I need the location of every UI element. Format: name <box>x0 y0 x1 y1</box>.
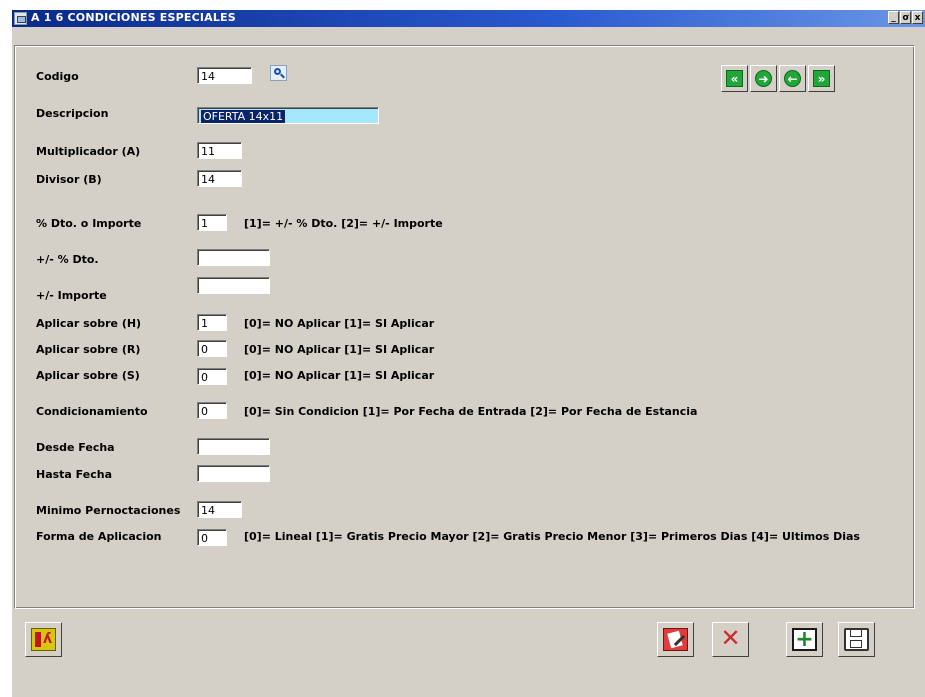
add-button[interactable]: + <box>786 622 823 657</box>
add-icon: + <box>792 627 817 652</box>
dto-importe-hint: [1]= +/- % Dto. [2]= +/- Importe <box>244 217 443 230</box>
forma-aplicacion-label: Forma de Aplicacion <box>36 530 162 543</box>
edit-button[interactable] <box>657 622 694 657</box>
codigo-label: Codigo <box>36 70 79 83</box>
hasta-fecha-field[interactable] <box>197 465 270 482</box>
importe-field[interactable] <box>197 277 270 294</box>
edit-icon <box>663 628 688 651</box>
save-button[interactable] <box>838 622 875 657</box>
previous-record-icon: ← <box>784 70 801 87</box>
codigo-field[interactable]: 14 <box>197 67 252 84</box>
aplicar-r-hint: [0]= NO Aplicar [1]= SI Aplicar <box>244 343 435 356</box>
aplicar-s-field[interactable]: 0 <box>197 368 227 385</box>
descripcion-field[interactable]: OFERTA 14x11 <box>197 107 379 124</box>
forma-aplicacion-hint: [0]= Lineal [1]= Gratis Precio Mayor [2]… <box>244 530 860 543</box>
descripcion-label: Descripcion <box>36 107 109 120</box>
last-record-button[interactable]: » <box>808 65 835 92</box>
dto-field[interactable] <box>197 249 270 266</box>
multiplicador-label: Multiplicador (A) <box>36 145 141 158</box>
aplicar-h-field[interactable]: 1 <box>197 314 227 331</box>
form-window: Codigo 14 « ➜ ← » Descripcion OFERTA 14x… <box>12 27 925 697</box>
aplicar-s-hint: [0]= NO Aplicar [1]= SI Aplicar <box>244 369 435 382</box>
condicionamiento-field[interactable]: 0 <box>197 402 227 419</box>
form-panel <box>14 45 915 609</box>
divisor-label: Divisor (B) <box>36 173 102 186</box>
forma-aplicacion-field[interactable]: 0 <box>197 529 227 546</box>
minimize-button[interactable]: _ <box>888 11 899 24</box>
importe-label: +/- Importe <box>36 289 107 302</box>
title-bar: A 1 6 CONDICIONES ESPECIALES _ ơ x <box>12 10 925 27</box>
hasta-fecha-label: Hasta Fecha <box>36 468 112 481</box>
aplicar-s-label: Aplicar sobre (S) <box>36 369 140 382</box>
dto-importe-field[interactable]: 1 <box>197 214 227 231</box>
minimo-pernoctaciones-field[interactable]: 14 <box>197 501 242 518</box>
app-icon <box>14 12 27 25</box>
aplicar-r-label: Aplicar sobre (R) <box>36 343 141 356</box>
next-record-button[interactable]: ➜ <box>750 65 777 92</box>
divisor-field[interactable]: 14 <box>197 170 242 187</box>
desde-fecha-label: Desde Fecha <box>36 441 115 454</box>
desde-fecha-field[interactable] <box>197 438 270 455</box>
next-record-icon: ➜ <box>755 70 772 87</box>
search-button[interactable] <box>270 65 287 81</box>
previous-record-button[interactable]: ← <box>779 65 806 92</box>
last-record-icon: » <box>813 70 830 87</box>
window-title: A 1 6 CONDICIONES ESPECIALES <box>31 11 236 24</box>
dto-label: +/- % Dto. <box>36 253 99 266</box>
delete-button[interactable]: ✕ <box>712 622 749 657</box>
aplicar-h-label: Aplicar sobre (H) <box>36 317 142 330</box>
restore-button[interactable]: ơ <box>900 11 911 24</box>
aplicar-r-field[interactable]: 0 <box>197 340 227 357</box>
condicionamiento-label: Condicionamiento <box>36 405 148 418</box>
first-record-button[interactable]: « <box>721 65 748 92</box>
descripcion-value: OFERTA 14x11 <box>201 110 286 123</box>
dto-importe-label: % Dto. o Importe <box>36 217 142 230</box>
exit-icon: ʎ <box>31 628 56 651</box>
aplicar-h-hint: [0]= NO Aplicar [1]= SI Aplicar <box>244 317 435 330</box>
first-record-icon: « <box>726 70 743 87</box>
save-icon <box>844 628 869 651</box>
minimo-pernoctaciones-label: Minimo Pernoctaciones <box>36 504 181 517</box>
delete-icon: ✕ <box>720 624 741 652</box>
multiplicador-field[interactable]: 11 <box>197 142 242 159</box>
exit-button[interactable]: ʎ <box>25 622 62 657</box>
condicionamiento-hint: [0]= Sin Condicion [1]= Por Fecha de Ent… <box>244 405 698 418</box>
window-controls: _ ơ x <box>888 11 923 24</box>
close-button[interactable]: x <box>912 11 923 24</box>
